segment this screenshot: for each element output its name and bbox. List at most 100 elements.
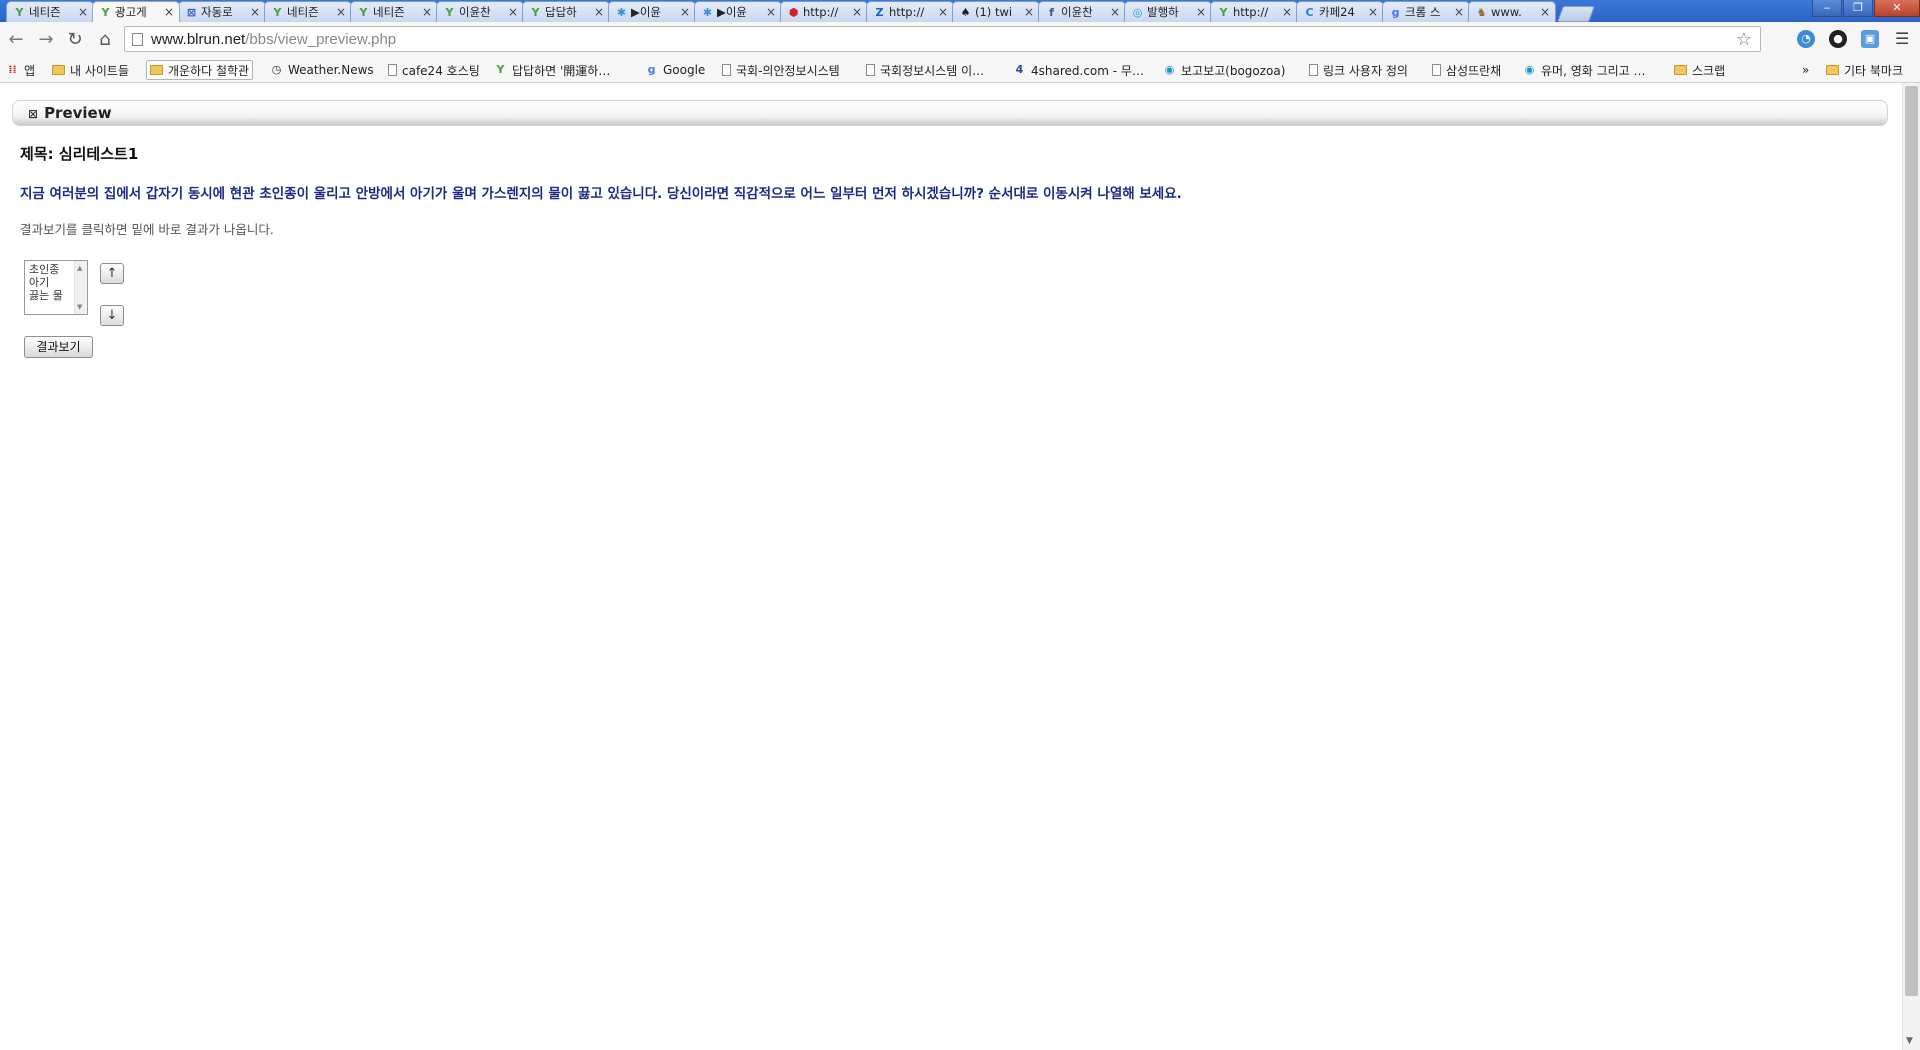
- bookmark-star-icon[interactable]: ☆: [1736, 29, 1752, 50]
- move-down-button[interactable]: ↓: [100, 305, 124, 326]
- new-tab-button[interactable]: [1557, 6, 1595, 22]
- cat-icon: ♞: [1476, 5, 1487, 19]
- extension-dark-circle-icon[interactable]: ●: [1829, 30, 1847, 48]
- tab-label: 발행하: [1147, 5, 1179, 19]
- tab-close-icon[interactable]: ×: [1109, 5, 1121, 19]
- bookmark-label: 내 사이트들: [70, 63, 130, 78]
- bookmark-item[interactable]: 국회-의안정보시스템: [722, 61, 840, 79]
- tab-close-icon[interactable]: ×: [421, 5, 433, 19]
- bookmark-item[interactable]: Y 답답하면 '開運하…: [494, 61, 611, 79]
- extension-compass-icon[interactable]: ◔: [1797, 30, 1815, 48]
- browser-tab[interactable]: Y 광고게 ×: [92, 1, 180, 22]
- browser-tab[interactable]: Zhttp:// ×: [866, 1, 954, 22]
- tab-close-icon[interactable]: ×: [1195, 5, 1207, 19]
- sprout-icon: Y: [1219, 5, 1228, 19]
- tab-close-icon[interactable]: ×: [679, 5, 691, 19]
- facebook-icon: f: [1049, 5, 1054, 19]
- move-up-button[interactable]: ↑: [100, 263, 124, 284]
- box-icon: ⊠: [186, 5, 197, 19]
- reload-icon[interactable]: ↻: [63, 28, 87, 52]
- extension-box-icon[interactable]: ▣: [1861, 30, 1879, 48]
- tab-close-icon[interactable]: ×: [851, 5, 863, 19]
- browser-tab[interactable]: Y 네티즌 ×: [6, 1, 94, 22]
- bookmark-item[interactable]: ◉ 보고보고(bogozoa): [1163, 61, 1286, 79]
- browser-tab[interactable]: ⬢ http:// ×: [780, 1, 868, 22]
- browser-tab[interactable]: ✱ ▶이윤 ×: [608, 1, 696, 22]
- clock-icon: ◷: [271, 63, 282, 76]
- browser-tab[interactable]: f 이윤찬 ×: [1038, 1, 1126, 22]
- bookmark-item[interactable]: 4 4shared.com - 무…: [1013, 61, 1144, 79]
- home-icon[interactable]: ⌂: [93, 28, 117, 52]
- tab-close-icon[interactable]: ×: [593, 5, 605, 19]
- browser-tab[interactable]: ◎ 발행하 ×: [1124, 1, 1212, 22]
- tab-close-icon[interactable]: ×: [163, 5, 175, 19]
- bookmark-item[interactable]: 내 사이트들: [52, 61, 129, 79]
- tab-close-icon[interactable]: ×: [1539, 5, 1551, 19]
- bookmark-item[interactable]: 개운하다 철학관: [146, 60, 254, 80]
- tab-close-icon[interactable]: ×: [1367, 5, 1379, 19]
- four-icon: 4: [1015, 63, 1024, 76]
- sprout-icon: Y: [273, 5, 282, 19]
- minimize-icon[interactable]: ‒: [1812, 0, 1842, 17]
- tab-label: (1) twi: [975, 5, 1013, 19]
- browser-tab[interactable]: Y 이윤찬 ×: [436, 1, 524, 22]
- back-icon[interactable]: ←: [4, 28, 28, 52]
- page-scrollbar[interactable]: ▼: [1902, 83, 1920, 1050]
- tab-close-icon[interactable]: ×: [77, 5, 89, 19]
- bookmark-label: 유머, 영화 그리고 …: [1541, 63, 1646, 78]
- menu-icon[interactable]: ☰: [1895, 29, 1909, 48]
- browser-tab[interactable]: Y 네티즌 ×: [350, 1, 438, 22]
- page-icon: [722, 64, 731, 76]
- tab-label: 네티즌: [29, 5, 61, 19]
- tab-label: http://: [889, 5, 925, 19]
- browser-tab[interactable]: g 크롬 스 ×: [1382, 1, 1470, 22]
- browser-tab[interactable]: Y 네티즌 ×: [264, 1, 352, 22]
- page-content: ⊠ Preview 제목: 심리테스트1 지금 여러분의 집에서 갑자기 동시에 …: [0, 83, 1902, 1050]
- address-bar[interactable]: www.blrun.net/bbs/view_preview.php ☆: [124, 26, 1761, 52]
- tab-label: ▶이윤: [631, 5, 662, 19]
- browser-tab[interactable]: ✱ ▶이윤 ×: [694, 1, 782, 22]
- tab-close-icon[interactable]: ×: [507, 5, 519, 19]
- browser-tab[interactable]: ⊠ 자동로 ×: [178, 1, 266, 22]
- tab-close-icon[interactable]: ×: [937, 5, 949, 19]
- tab-close-icon[interactable]: ×: [1023, 5, 1035, 19]
- tab-close-icon[interactable]: ×: [1281, 5, 1293, 19]
- bookmark-item[interactable]: cafe24 호스팅: [388, 61, 480, 79]
- sprout-icon: Y: [496, 63, 505, 76]
- ring-icon: ◎: [1132, 5, 1143, 19]
- tab-close-icon[interactable]: ×: [765, 5, 777, 19]
- listbox-scrollbar[interactable]: ▲ ▼: [74, 261, 87, 314]
- scrollbar-thumb[interactable]: [1905, 86, 1918, 996]
- red-hex-icon: ⬢: [788, 5, 799, 19]
- bookmark-item[interactable]: ◷ Weather.News: [270, 61, 374, 79]
- tab-close-icon[interactable]: ×: [335, 5, 347, 19]
- browser-tab[interactable]: ♞ www. ×: [1468, 1, 1556, 22]
- show-result-button[interactable]: 결과보기: [24, 336, 93, 358]
- scroll-up-icon[interactable]: ▲: [77, 264, 82, 272]
- preview-header: ⊠ Preview: [12, 100, 1888, 126]
- scroll-down-icon[interactable]: ▼: [1906, 1036, 1913, 1046]
- bookmark-item[interactable]: ⁞⁞ 앱: [6, 61, 35, 79]
- tab-close-icon[interactable]: ×: [249, 5, 261, 19]
- bookmark-item[interactable]: 스크랩: [1674, 61, 1725, 79]
- browser-tab[interactable]: Y 답답하 ×: [522, 1, 610, 22]
- bookmark-item[interactable]: 링크 사용자 정의: [1309, 61, 1408, 79]
- apps-grid-icon: ⁞⁞: [8, 63, 17, 76]
- bookmark-item[interactable]: ◉ 유머, 영화 그리고 …: [1523, 61, 1646, 79]
- bookmark-item[interactable]: g Google: [645, 61, 706, 79]
- browser-tab[interactable]: Yhttp:// ×: [1210, 1, 1298, 22]
- tab-close-icon[interactable]: ×: [1453, 5, 1465, 19]
- browser-tab[interactable]: ♠ (1) twi ×: [952, 1, 1040, 22]
- forward-icon[interactable]: →: [34, 28, 58, 52]
- tab-strip: Y 네티즌 × Y 광고게 × ⊠ 자동로 × Y 네티즌 × Y 네티즌 × Y 이윤찬 × Y 답답하 × ✱ ▶이윤 ×…: [0, 0, 1920, 22]
- bookmarks-overflow-icon[interactable]: »: [1802, 61, 1809, 79]
- bookmark-item[interactable]: 삼성뜨란채: [1432, 61, 1501, 79]
- browser-tab[interactable]: C 카페24 ×: [1296, 1, 1384, 22]
- other-bookmarks-folder[interactable]: 기타 북마크: [1826, 61, 1903, 79]
- z-icon: Z: [875, 5, 884, 19]
- scroll-down-icon[interactable]: ▼: [77, 303, 82, 311]
- restore-icon[interactable]: ❐: [1843, 0, 1873, 17]
- order-listbox[interactable]: 초인종 아기 끓는 물 ▲ ▼: [24, 260, 88, 315]
- bookmark-item[interactable]: 국회정보시스템 이…: [866, 61, 984, 79]
- close-window-icon[interactable]: ✕: [1874, 0, 1920, 17]
